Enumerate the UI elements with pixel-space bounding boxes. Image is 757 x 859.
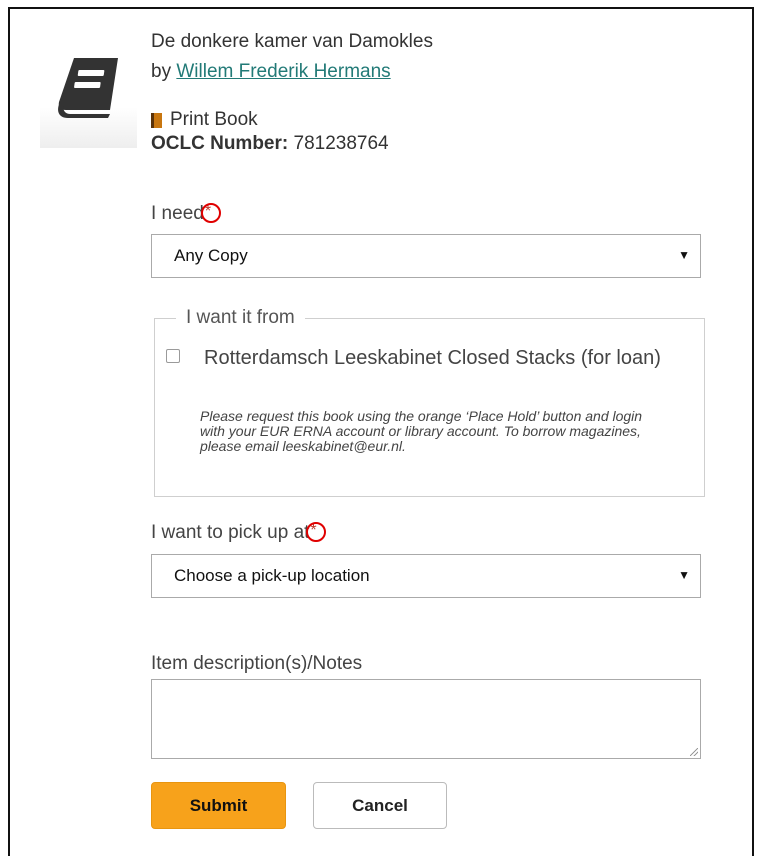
oclc-value: 781238764 bbox=[293, 133, 389, 154]
by-prefix: by bbox=[151, 61, 177, 82]
annotation-circle bbox=[200, 203, 221, 223]
notes-textarea[interactable] bbox=[151, 679, 701, 759]
location-label: Rotterdamsch Leeskabinet Closed Stacks (… bbox=[204, 347, 661, 369]
dropdown-caret-icon: ▼ bbox=[678, 248, 690, 262]
need-select-value: Any Copy bbox=[174, 246, 248, 265]
submit-button[interactable]: Submit bbox=[151, 782, 286, 829]
required-marker: * bbox=[306, 522, 327, 542]
record-byline: by Willem Frederik Hermans bbox=[151, 61, 391, 83]
resize-handle-icon[interactable] bbox=[690, 748, 698, 756]
location-checkbox[interactable] bbox=[166, 349, 180, 363]
cancel-button[interactable]: Cancel bbox=[313, 782, 447, 829]
print-book-icon bbox=[151, 112, 162, 128]
need-label: I need* bbox=[151, 203, 221, 225]
pickup-select-value: Choose a pick-up location bbox=[174, 566, 370, 585]
record-title: De donkere kamer van Damokles bbox=[151, 31, 433, 52]
format-label: Print Book bbox=[170, 109, 258, 130]
pickup-label-text: I want to pick up at bbox=[151, 522, 310, 543]
notes-label: Item description(s)/Notes bbox=[151, 653, 363, 674]
record-format: Print Book bbox=[151, 109, 258, 131]
need-select[interactable]: Any Copy ▼ bbox=[151, 234, 701, 278]
pickup-label: I want to pick up at* bbox=[151, 522, 327, 544]
required-marker: * bbox=[200, 203, 221, 223]
book-icon bbox=[58, 58, 118, 118]
location-note: Please request this book using the orang… bbox=[200, 408, 643, 454]
pickup-select[interactable]: Choose a pick-up location ▼ bbox=[151, 554, 701, 598]
need-label-text: I need bbox=[151, 203, 204, 224]
source-legend: I want it from bbox=[176, 307, 305, 329]
oclc-label: OCLC Number: bbox=[151, 133, 289, 154]
author-link[interactable]: Willem Frederik Hermans bbox=[176, 61, 390, 82]
dropdown-caret-icon: ▼ bbox=[678, 568, 690, 582]
book-thumbnail bbox=[40, 40, 137, 148]
oclc-number: OCLC Number: 781238764 bbox=[151, 133, 389, 155]
